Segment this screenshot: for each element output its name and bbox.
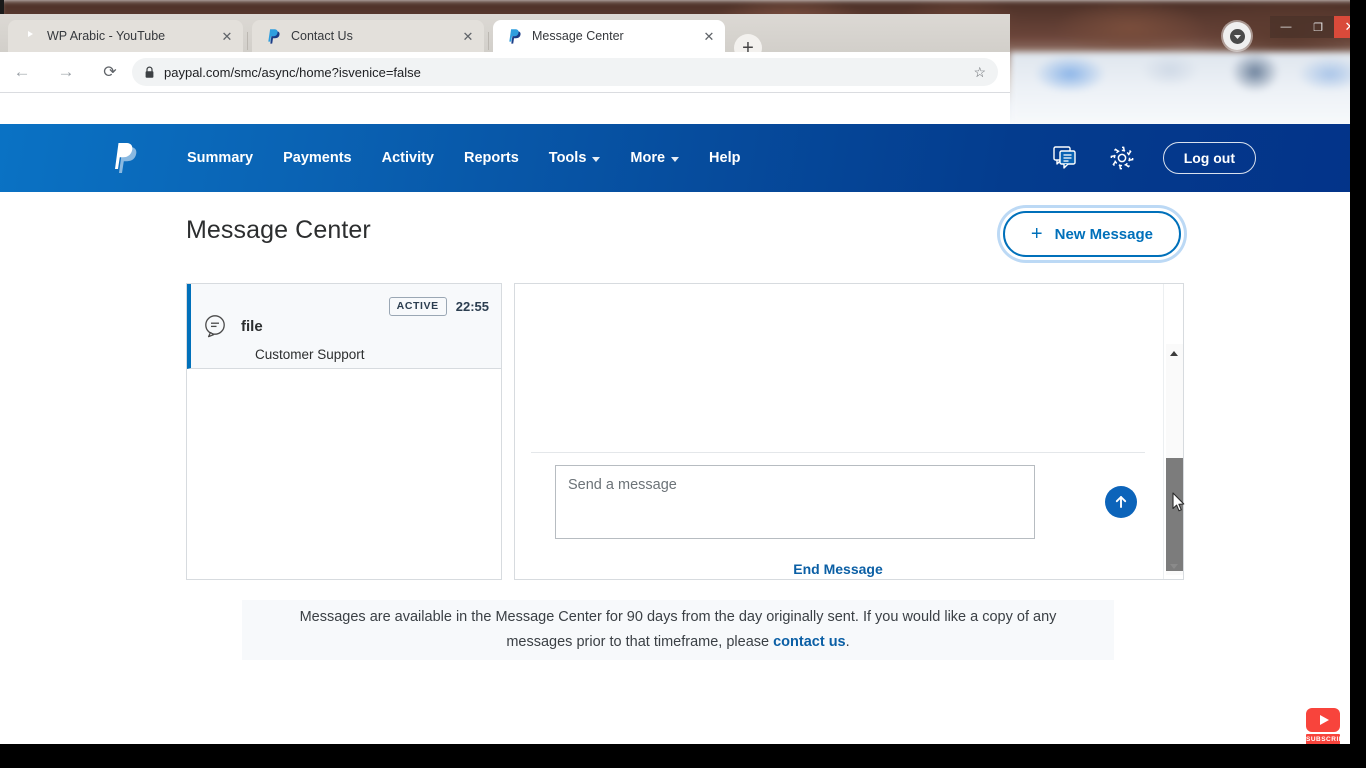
youtube-icon — [22, 28, 38, 44]
screen-right-letterbox — [1350, 0, 1366, 768]
notice-text-before: Messages are available in the Message Ce… — [299, 608, 1057, 650]
nav-link-more[interactable]: More — [615, 142, 694, 174]
nav-link-help[interactable]: Help — [694, 142, 755, 174]
logout-button[interactable]: Log out — [1162, 142, 1256, 174]
forward-icon[interactable]: → — [44, 52, 88, 92]
desktop-backdrop-secondary — [1010, 52, 1366, 124]
paypal-nav-links: Summary Payments Activity Reports Tools … — [172, 142, 755, 174]
profile-avatar-icon[interactable] — [1223, 22, 1251, 50]
nav-label: Activity — [381, 150, 434, 166]
tab-separator — [247, 32, 248, 50]
lock-icon — [144, 66, 155, 79]
youtube-subscribe-watermark[interactable]: SUBSCRIBE — [1306, 708, 1348, 746]
notice-text-after: . — [845, 634, 850, 650]
arrow-up-icon — [1115, 496, 1127, 508]
conversation-subtitle: Customer Support — [255, 347, 365, 362]
new-message-focus-ring: + New Message — [1000, 208, 1184, 260]
send-message-button[interactable] — [1105, 486, 1137, 518]
maximize-button[interactable]: ❐ — [1302, 16, 1334, 38]
tab-title: Contact Us — [291, 29, 353, 43]
new-message-button[interactable]: + New Message — [1002, 211, 1181, 257]
new-message-label: New Message — [1054, 225, 1153, 243]
nav-label: Summary — [187, 150, 254, 166]
viewport-top-gap — [0, 93, 1010, 124]
tab-close-button[interactable]: ✕ — [219, 28, 235, 44]
conversation-name: file — [241, 317, 263, 335]
browser-tab-strip: WP Arabic - YouTube ✕ Contact Us ✕ Messa… — [0, 14, 1010, 62]
conversation-list-item[interactable]: ACTIVE 22:55 file Customer Support — [187, 284, 501, 369]
scrollbar-down-arrow[interactable] — [1164, 557, 1183, 575]
mouse-cursor — [1172, 492, 1186, 513]
nav-link-activity[interactable]: Activity — [367, 142, 449, 174]
tab-separator — [488, 32, 489, 50]
gear-icon[interactable] — [1107, 143, 1137, 173]
tab-close-button[interactable]: ✕ — [701, 28, 717, 44]
plus-icon: + — [1030, 223, 1043, 245]
paypal-logo-icon[interactable] — [112, 142, 138, 174]
contact-us-link[interactable]: contact us — [773, 634, 846, 650]
tab-title: WP Arabic - YouTube — [47, 29, 166, 43]
address-bar-url: paypal.com/smc/async/home?isvenice=false — [164, 64, 421, 80]
nav-label: Reports — [464, 150, 519, 166]
message-thread-body — [515, 284, 1161, 452]
retention-notice-text: Messages are available in the Message Ce… — [270, 605, 1086, 656]
message-input[interactable]: Send a message — [555, 465, 1035, 539]
status-badge: ACTIVE — [388, 297, 447, 316]
end-message-link[interactable]: End Message — [515, 561, 1161, 577]
chevron-down-icon — [592, 156, 601, 162]
retention-notice: Messages are available in the Message Ce… — [242, 600, 1114, 660]
paypal-nav-actions: Log out — [1051, 142, 1256, 174]
nav-label: More — [630, 150, 666, 166]
address-bar[interactable]: paypal.com/smc/async/home?isvenice=false… — [132, 58, 998, 86]
scrollbar-thumb[interactable] — [1166, 458, 1183, 571]
youtube-play-icon — [1306, 708, 1340, 732]
nav-label: Payments — [283, 150, 352, 166]
browser-toolbar: ← → ⟳ paypal.com/smc/async/home?isvenice… — [0, 52, 1010, 92]
conversation-row: file — [203, 314, 489, 338]
browser-tab-3[interactable]: Message Center ✕ — [493, 20, 725, 52]
browser-tab-2[interactable]: Contact Us ✕ — [252, 20, 484, 52]
paypal-header-nav: Summary Payments Activity Reports Tools … — [0, 124, 1366, 192]
tab-title: Message Center — [532, 29, 624, 43]
scrollbar-up-arrow[interactable] — [1164, 344, 1183, 362]
compose-row: Send a message — [555, 465, 1145, 539]
conversation-list: ACTIVE 22:55 file Customer Support — [186, 283, 502, 580]
nav-link-tools[interactable]: Tools — [534, 142, 616, 174]
reload-icon[interactable]: ⟳ — [88, 52, 132, 92]
thread-scrollbar[interactable] — [1163, 284, 1183, 579]
nav-label: Help — [709, 150, 741, 166]
chevron-down-icon — [671, 156, 680, 162]
nav-link-reports[interactable]: Reports — [449, 142, 534, 174]
bookmark-icon[interactable]: ☆ — [973, 64, 986, 81]
back-icon[interactable]: ← — [0, 52, 44, 92]
screen-bottom-letterbox — [0, 744, 1366, 768]
browser-tab-1[interactable]: WP Arabic - YouTube ✕ — [8, 20, 243, 52]
screen-root: WP Arabic - YouTube ✕ Contact Us ✕ Messa… — [0, 0, 1366, 768]
tab-close-button[interactable]: ✕ — [460, 28, 476, 44]
messages-icon[interactable] — [1051, 143, 1081, 173]
nav-link-payments[interactable]: Payments — [268, 142, 367, 174]
conversation-time: 22:55 — [455, 298, 489, 314]
nav-label: Tools — [548, 150, 587, 166]
message-thread-panel: Send a message End Message — [514, 283, 1184, 580]
paypal-icon — [507, 28, 523, 44]
minimize-button[interactable]: — — [1270, 16, 1302, 38]
message-bubble-icon — [203, 314, 227, 338]
paypal-icon — [266, 28, 282, 44]
conversation-meta: ACTIVE 22:55 — [388, 297, 489, 316]
page-content: Message Center + New Message ACTIVE 22:5… — [0, 192, 1366, 768]
page-header: Message Center + New Message — [186, 211, 1184, 272]
compose-divider — [531, 452, 1145, 453]
nav-link-summary[interactable]: Summary — [172, 142, 268, 174]
